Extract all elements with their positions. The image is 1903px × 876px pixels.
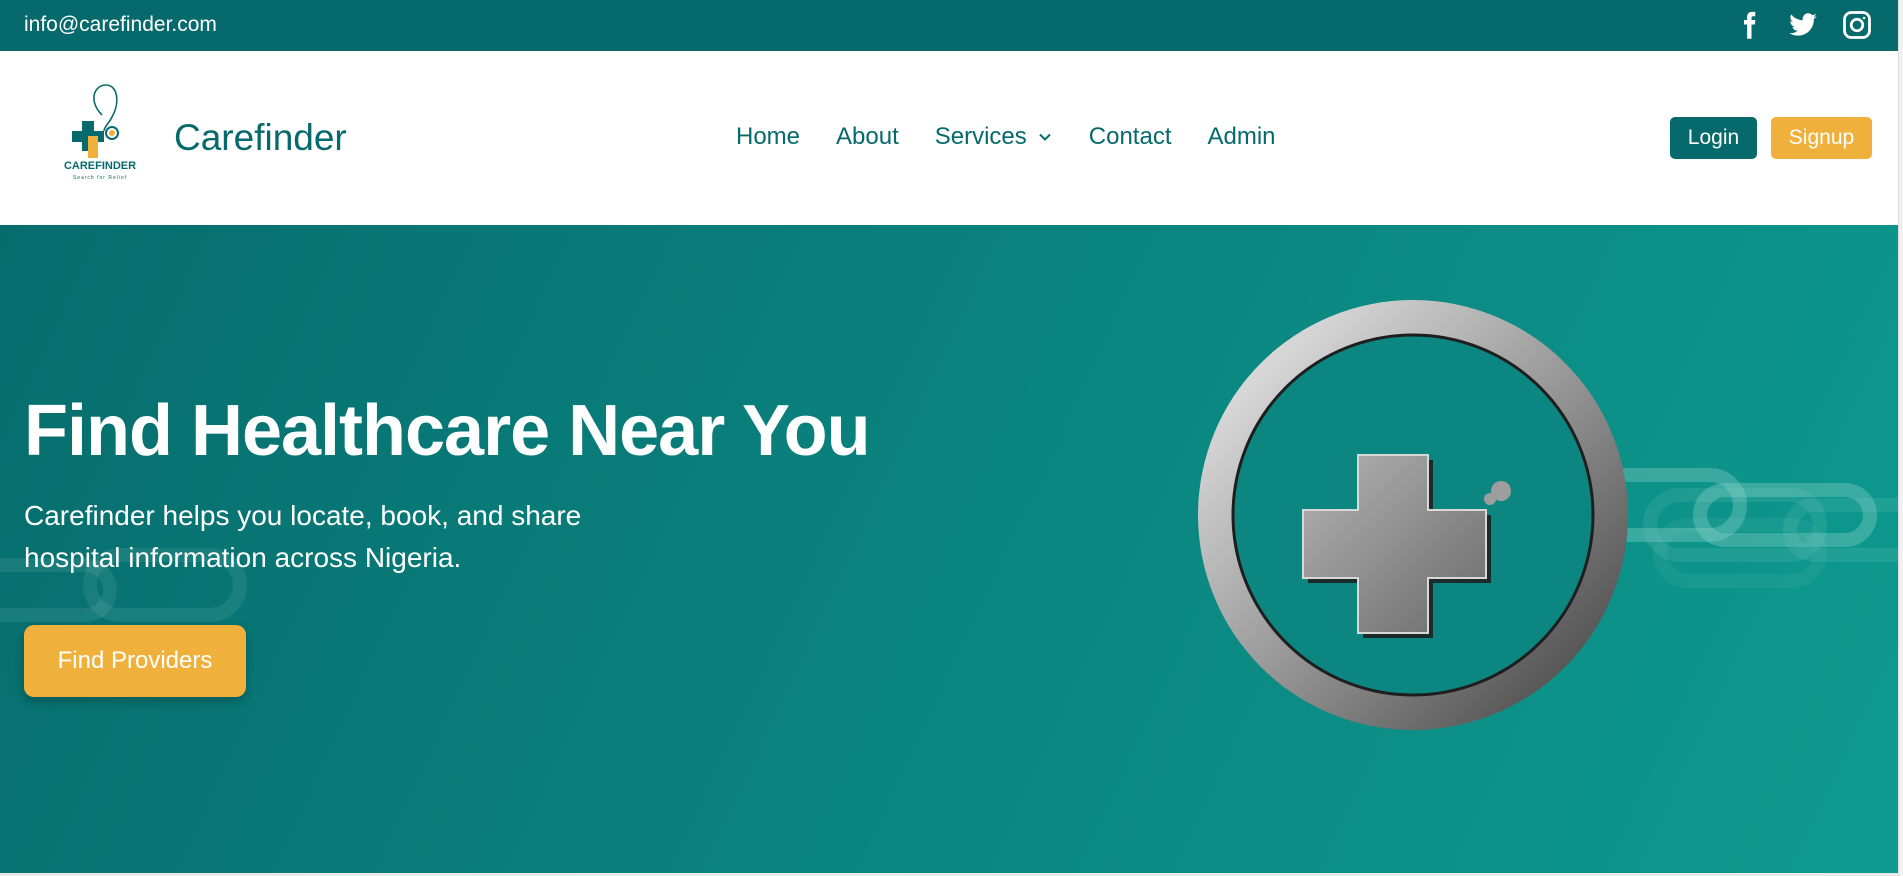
logo-tagline: Search for Relief: [73, 175, 127, 181]
nav-item-home[interactable]: Home: [736, 123, 800, 151]
facebook-icon: [1744, 11, 1756, 39]
login-button[interactable]: Login: [1670, 117, 1757, 159]
scrollbar[interactable]: [1898, 0, 1903, 876]
top-contact-bar: info@carefinder.com: [0, 0, 1898, 51]
facebook-link[interactable]: [1732, 8, 1766, 42]
hero-section: Find Healthcare Near You Carefinder help…: [0, 225, 1898, 876]
hero-title: Find Healthcare Near You: [24, 391, 871, 471]
brand-name[interactable]: Carefinder: [174, 117, 347, 159]
carefinder-logo[interactable]: CAREFINDER Search for Relief: [58, 81, 142, 185]
instagram-link[interactable]: [1840, 8, 1874, 42]
find-providers-button[interactable]: Find Providers: [24, 625, 246, 697]
nav-item-contact[interactable]: Contact: [1089, 123, 1172, 151]
auth-buttons: Login Signup: [1670, 117, 1872, 159]
chevron-down-icon: [1039, 133, 1051, 141]
nav-menu: Home About Services Contact Admin: [736, 123, 1276, 151]
twitter-icon: [1789, 13, 1817, 36]
main-navbar: CAREFINDER Search for Relief Carefinder …: [0, 51, 1898, 225]
nav-item-about[interactable]: About: [836, 123, 899, 151]
page: info@carefinder.com CAREFINDER Search fo…: [0, 0, 1898, 876]
social-links: [1732, 8, 1874, 42]
nav-item-admin[interactable]: Admin: [1208, 123, 1276, 151]
logo-wordmark: CAREFINDER: [64, 160, 136, 172]
signup-button[interactable]: Signup: [1771, 117, 1872, 159]
medical-cross-ring-illustration: [1198, 300, 1877, 730]
hero-description: Carefinder helps you locate, book, and s…: [24, 500, 582, 573]
contact-email[interactable]: info@carefinder.com: [24, 13, 217, 37]
twitter-link[interactable]: [1786, 8, 1820, 42]
instagram-icon: [1843, 11, 1871, 39]
nav-item-services[interactable]: Services: [935, 123, 1053, 151]
